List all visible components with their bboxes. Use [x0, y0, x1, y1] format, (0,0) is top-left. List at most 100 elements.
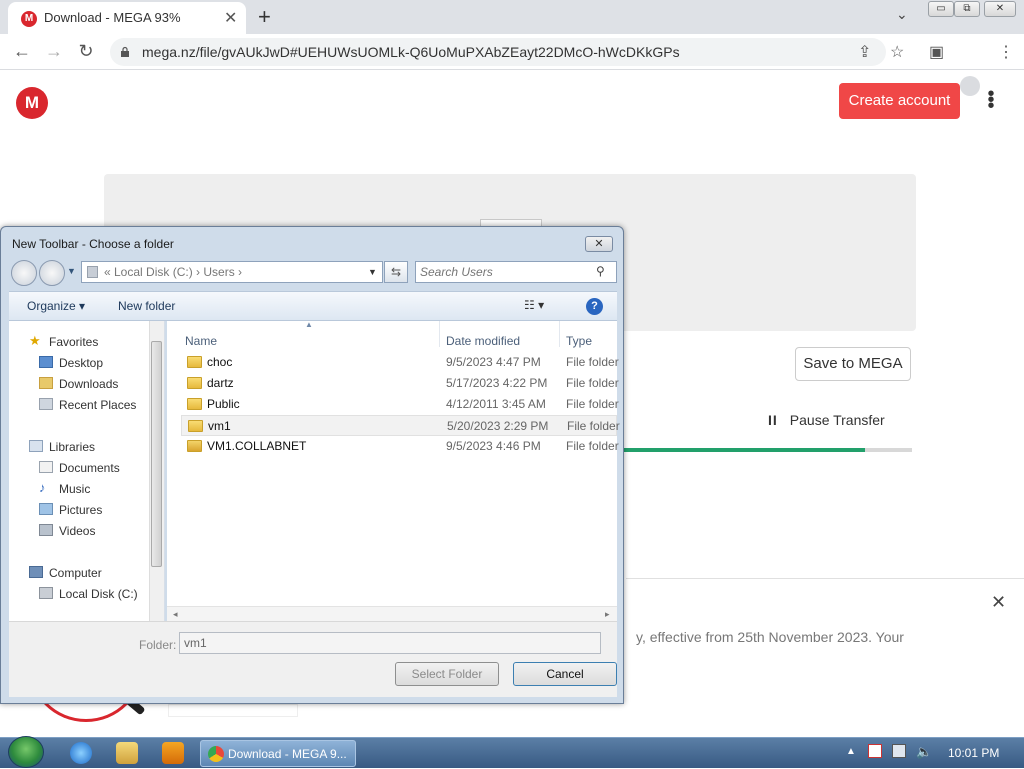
address-bar[interactable]: mega.nz/file/gvAUkJwD#UEHUWsUOMLk-Q6UoMu… [110, 38, 886, 66]
dialog-address-bar[interactable]: « Local Disk (C:) › Users › ▼ [81, 261, 383, 283]
sort-arrow-icon: ▲ [305, 320, 313, 329]
organize-button[interactable]: Organize ▾ [27, 299, 85, 313]
downloads-folder-icon [39, 377, 53, 389]
url-text: mega.nz/file/gvAUkJwD#UEHUWsUOMLk-Q6UoMu… [142, 44, 680, 60]
nav-computer[interactable]: Computer [29, 566, 102, 580]
tab-close-icon[interactable]: ✕ [224, 8, 237, 28]
select-folder-button[interactable]: Select Folder [395, 662, 499, 686]
tab-strip: M Download - MEGA 93% ✕ + ⌄ ▭ ⧉ ✕ [0, 0, 1024, 34]
show-hidden-icons-icon[interactable]: ▲ [846, 746, 856, 757]
chrome-taskbar-button[interactable]: Download - MEGA 9... [200, 740, 356, 767]
search-input[interactable] [420, 264, 596, 280]
nav-favorites[interactable]: ★ Favorites [29, 333, 98, 349]
cookie-banner [626, 578, 1024, 736]
forward-arrow-icon[interactable]: → [44, 41, 64, 62]
minimize-button[interactable]: ▭ [928, 1, 954, 17]
create-account-button[interactable]: Create account [839, 83, 960, 119]
dialog-footer: Folder: Select Folder Cancel [9, 621, 617, 697]
nav-documents[interactable]: Documents [39, 461, 120, 475]
folder-field[interactable] [179, 632, 601, 654]
restore-button[interactable]: ⧉ [954, 1, 980, 17]
mega-favicon-icon: M [21, 11, 37, 27]
network-icon[interactable] [892, 744, 906, 758]
search-box[interactable]: ⚲ [415, 261, 617, 283]
internet-explorer-icon[interactable] [70, 742, 92, 764]
folder-icon [187, 398, 202, 410]
documents-icon [39, 461, 53, 473]
videos-icon [39, 524, 53, 536]
save-to-mega-button[interactable]: Save to MEGA [795, 347, 911, 381]
nav-scrollbar-thumb[interactable] [151, 341, 162, 567]
column-separator[interactable] [439, 321, 440, 347]
bookmark-star-icon[interactable]: ☆ [890, 42, 904, 62]
pictures-icon [39, 503, 53, 515]
share-icon[interactable]: ⇪ [858, 42, 871, 62]
nav-local-disk[interactable]: Local Disk (C:) [39, 587, 138, 601]
nav-recent-places[interactable]: Recent Places [39, 398, 136, 412]
nav-music[interactable]: ♪ Music [39, 480, 90, 496]
tab-search-icon[interactable]: ⌄ [896, 6, 908, 23]
search-icon[interactable]: ⚲ [596, 264, 605, 278]
recent-pages-dropdown-icon[interactable]: ▼ [67, 266, 76, 276]
lock-icon [121, 46, 129, 57]
address-dropdown-icon[interactable]: ▼ [368, 267, 377, 277]
column-header-date[interactable]: Date modified [446, 334, 520, 348]
file-list-hscrollbar[interactable]: ◂ ▸ [167, 606, 617, 621]
media-player-icon[interactable] [162, 742, 184, 764]
pause-transfer-label: Pause Transfer [789, 412, 885, 428]
nav-pictures[interactable]: Pictures [39, 503, 102, 517]
desktop-icon [39, 356, 53, 368]
browser-tab[interactable]: M Download - MEGA 93% ✕ [8, 2, 246, 34]
file-explorer-icon[interactable] [116, 742, 138, 764]
chrome-task-label: Download - MEGA 9... [228, 747, 347, 761]
page-menu-icon[interactable]: • • • [986, 84, 996, 116]
file-row[interactable]: dartz 5/17/2023 4:22 PM File folder [181, 373, 619, 394]
back-arrow-icon[interactable]: ← [12, 41, 32, 62]
action-center-icon[interactable] [868, 744, 882, 758]
locked-folder-icon [187, 440, 202, 452]
column-header-name[interactable]: Name [185, 334, 217, 348]
nav-videos[interactable]: Videos [39, 524, 95, 538]
side-panel-icon[interactable]: ▣ [929, 42, 944, 62]
forward-button[interactable] [39, 260, 65, 286]
taskbar: Download - MEGA 9... ▲ 🔈 10:01 PM [0, 737, 1024, 768]
volume-icon[interactable]: 🔈 [916, 744, 932, 760]
star-icon: ★ [29, 333, 41, 348]
file-row[interactable]: Public 4/12/2011 3:45 AM File folder [181, 394, 619, 415]
pause-icon: II [768, 412, 778, 428]
command-bar: Organize ▾ New folder ☷ ▾ ? [9, 291, 617, 321]
profile-avatar-icon[interactable] [960, 76, 980, 96]
scroll-left-icon[interactable]: ◂ [173, 609, 178, 620]
file-row[interactable]: VM1.COLLABNET 9/5/2023 4:46 PM File fold… [181, 436, 619, 457]
file-row-selected[interactable]: vm1 5/20/2023 2:29 PM File folder [181, 415, 620, 436]
help-icon[interactable]: ? [586, 298, 603, 315]
views-button[interactable]: ☷ ▾ [524, 298, 544, 312]
new-folder-button[interactable]: New folder [118, 299, 175, 313]
scroll-right-icon[interactable]: ▸ [605, 609, 610, 620]
start-button[interactable] [8, 736, 44, 768]
dialog-close-button[interactable]: ✕ [585, 236, 613, 252]
column-separator[interactable] [559, 321, 560, 347]
blank-panel [168, 704, 298, 717]
folder-icon [187, 377, 202, 389]
browser-menu-icon[interactable]: ⋮ [998, 42, 1014, 62]
cancel-button[interactable]: Cancel [513, 662, 617, 686]
pause-transfer-button[interactable]: II Pause Transfer [768, 412, 885, 428]
nav-desktop[interactable]: Desktop [39, 356, 103, 370]
new-tab-button[interactable]: + [258, 4, 271, 30]
refresh-button[interactable]: ⇆ [384, 261, 408, 283]
recent-places-icon [39, 398, 53, 410]
back-button[interactable] [11, 260, 37, 286]
reload-icon[interactable]: ↻ [76, 41, 96, 62]
nav-downloads[interactable]: Downloads [39, 377, 118, 391]
file-list: Name ▲ Date modified Type choc 9/5/2023 … [167, 320, 620, 621]
cookie-close-icon[interactable]: ✕ [991, 592, 1006, 613]
folder-icon [187, 356, 202, 368]
breadcrumb: « Local Disk (C:) › Users › [104, 265, 243, 279]
mega-logo[interactable]: M [16, 87, 48, 119]
column-header-type[interactable]: Type [566, 334, 592, 348]
file-row[interactable]: choc 9/5/2023 4:47 PM File folder [181, 352, 619, 373]
window-close-button[interactable]: ✕ [984, 1, 1016, 17]
nav-libraries[interactable]: Libraries [29, 440, 95, 454]
taskbar-clock[interactable]: 10:01 PM [948, 746, 999, 760]
